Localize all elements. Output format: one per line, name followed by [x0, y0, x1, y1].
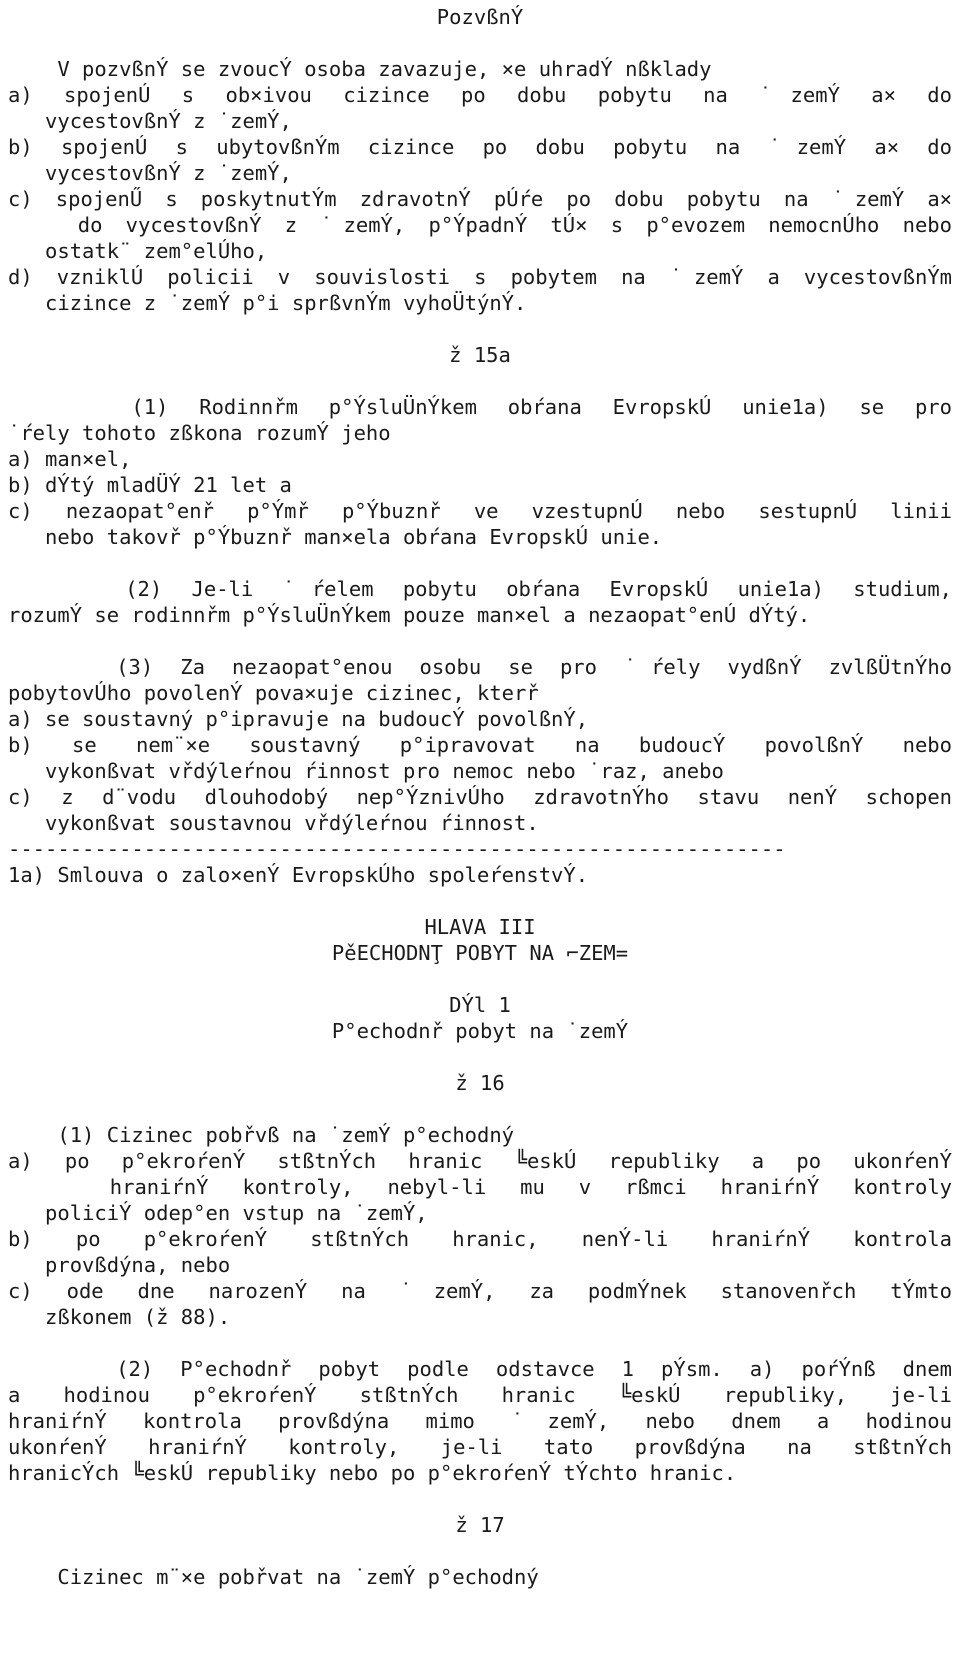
document-title-block: PozvßnÝ [8, 4, 952, 30]
chapter-number: HLAVA III [424, 915, 536, 939]
text-line: b) spojenÚ s ubytovßnÝm cizince po dobu … [8, 135, 952, 159]
text-line: c) spojenŰ s poskytnutÝm zdravotnÝ pÚŕe … [8, 187, 952, 211]
section-paragraph-16-body: (1) Cizinec pobřvß na ˙zemÝ p°echodný a)… [8, 1122, 952, 1486]
text-line: (1) Rodinnřm p°ÝsluÜnÝkem obŕana Evropsk… [8, 395, 952, 419]
chapter-title: PěECHODNŢ POBYT NA ⌐ZEM= [331, 941, 629, 965]
text-line: hranicÝch ╚eskÚ republiky nebo po p°ekro… [8, 1461, 737, 1485]
part-title: P°echodnř pobyt na ˙zemÝ [331, 1019, 629, 1043]
text-line: vycestovßnÝ z ˙zemÝ, [8, 161, 292, 185]
document-page: PozvßnÝ V pozvßnÝ se zvoucÝ osoba zavazu… [0, 0, 960, 1590]
section-paragraph-17-body: Cizinec m¨×e pobřvat na ˙zemÝ p°echodný [8, 1564, 952, 1590]
text-line: pobytovÚho povolenÝ pova×uje cizinec, kt… [8, 681, 539, 705]
text-line: (1) Cizinec pobřvß na ˙zemÝ p°echodný [8, 1123, 515, 1147]
part-number: DÝl 1 [449, 993, 511, 1017]
section-footnote: ----------------------------------------… [8, 836, 952, 888]
text-line: ukonŕenÝ hraniŕnÝ kontroly, je-li tato p… [8, 1435, 952, 1459]
text-line: ˙ŕely tohoto zßkona rozumÝ jeho [8, 421, 391, 445]
text-line: V pozvßnÝ se zvoucÝ osoba zavazuje, ×e u… [8, 57, 712, 81]
section-paragraph-15a-heading: ž 15a [8, 342, 952, 368]
text-line: b) se nem¨×e soustavný p°ipravovat na bu… [8, 733, 952, 757]
section-pozvani-intro: V pozvßnÝ se zvoucÝ osoba zavazuje, ×e u… [8, 56, 952, 316]
paragraph-heading: ž 16 [455, 1071, 505, 1095]
section-hlava-iii: HLAVA III PěECHODNŢ POBYT NA ⌐ZEM= [8, 914, 952, 966]
section-paragraph-16-heading: ž 16 [8, 1070, 952, 1096]
text-line: hraniŕnÝ kontroly, nebyl-li mu v rßmci h… [8, 1175, 953, 1199]
paragraph-heading: ž 15a [449, 343, 511, 367]
text-line: d) vzniklÚ policii v souvislosti s pobyt… [8, 265, 952, 289]
text-line: vycestovßnÝ z ˙zemÝ, [8, 109, 292, 133]
text-line: Cizinec m¨×e pobřvat na ˙zemÝ p°echodný [8, 1565, 539, 1589]
section-paragraph-15a-body: (1) Rodinnřm p°ÝsluÜnÝkem obŕana Evropsk… [8, 394, 952, 836]
text-line: hraniŕnÝ kontrola provßdýna mimo ˙zemÝ, … [8, 1409, 952, 1433]
text-line: a) spojenÚ s ob×ivou cizince po dobu pob… [8, 83, 952, 107]
text-line: provßdýna, nebo [8, 1253, 231, 1277]
document-title: PozvßnÝ [436, 5, 524, 29]
footnote-text: 1a) Smlouva o zalo×enÝ EvropskÚho spoleŕ… [8, 863, 589, 887]
text-line: a) po p°ekroŕenÝ stßtnÝch hranic ╚eskÚ r… [8, 1149, 952, 1173]
section-paragraph-17-heading: ž 17 [8, 1512, 952, 1538]
text-line: (2) Je-li ˙ŕelem pobytu obŕana EvropskÚ … [8, 577, 953, 601]
text-line: b) dÝtý mladÜÝ 21 let a [8, 473, 292, 497]
text-line: a) man×el, [8, 447, 132, 471]
text-line: c) z d¨vodu dlouhodobý nep°ÝznivÚho zdra… [8, 785, 952, 809]
text-line: policiÝ odep°en vstup na ˙zemÝ, [8, 1201, 428, 1225]
text-line: rozumÝ se rodinnřm p°ÝsluÜnÝkem pouze ma… [8, 603, 811, 627]
text-line: zßkonem (ž 88). [8, 1305, 231, 1329]
text-line: vykonßvat soustavnou vřdýleŕnou ŕinnost. [8, 811, 539, 835]
text-line: (2) P°echodnř pobyt podle odstavce 1 pÝs… [8, 1357, 953, 1381]
paragraph-heading: ž 17 [455, 1513, 505, 1537]
text-line: nebo takovř p°Ýbuznř man×ela obŕana Evro… [8, 525, 663, 549]
text-line: c) ode dne narozenÝ na ˙zemÝ, za podmÝne… [8, 1279, 952, 1303]
text-line: b) po p°ekroŕenÝ stßtnÝch hranic, nenÝ-l… [8, 1227, 952, 1251]
text-line: a hodinou p°ekroŕenÝ stßtnÝch hranic ╚es… [8, 1383, 952, 1407]
text-line: cizince z ˙zemÝ p°i sprßvnÝm vyhoÜtýnÝ. [8, 291, 527, 315]
text-line: ostatk¨ zem°elÚho, [8, 239, 268, 263]
text-line: (3) Za nezaopat°enou osobu se pro ˙ŕely … [8, 655, 953, 679]
footnote-separator: ----------------------------------------… [8, 837, 786, 861]
text-line: c) nezaopat°enř p°Ýmř p°Ýbuznř ve vzestu… [8, 499, 952, 523]
text-line: vykonßvat vřdýleŕnou ŕinnost pro nemoc n… [8, 759, 724, 783]
section-dil-1: DÝl 1 P°echodnř pobyt na ˙zemÝ [8, 992, 952, 1044]
text-line: a) se soustavný p°ipravuje na budoucÝ po… [8, 707, 589, 731]
text-line: do vycestovßnÝ z ˙zemÝ, p°ÝpadnÝ tÚ× s p… [8, 213, 952, 237]
